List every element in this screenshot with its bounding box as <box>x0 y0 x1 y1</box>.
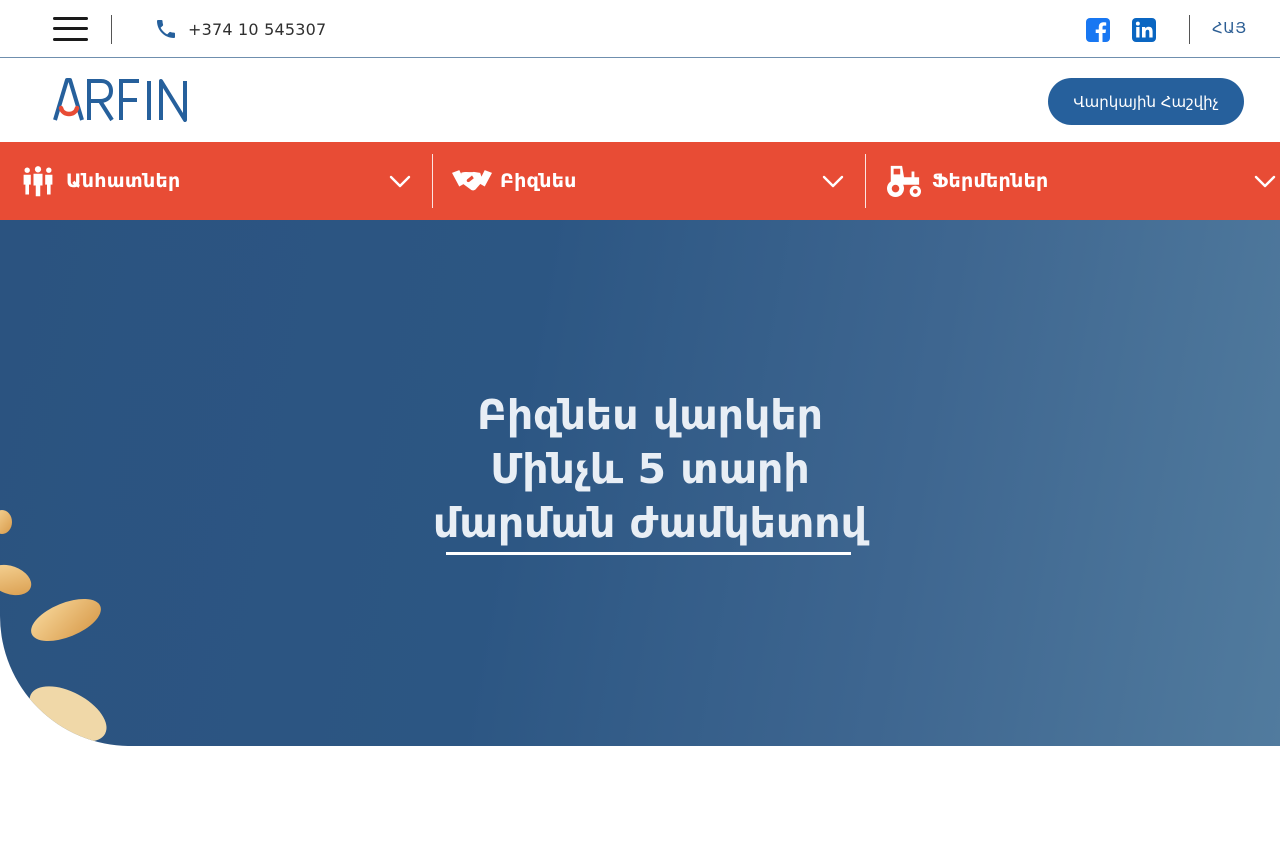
nav-divider <box>432 154 433 208</box>
arfin-logo[interactable] <box>53 78 218 122</box>
chevron-down-icon <box>389 175 411 188</box>
people-icon <box>18 161 58 201</box>
loan-calculator-button[interactable]: Վարկային Հաշվիչ <box>1048 78 1244 125</box>
nav-item-business[interactable]: Բիզնես <box>452 142 866 220</box>
divider <box>1189 15 1190 44</box>
nav-label: Բիզնես <box>500 170 577 192</box>
hero-banner: Բիզնես վարկեր Մինչև 5 տարի մարման ժամկետ… <box>0 220 1280 746</box>
tractor-icon <box>884 161 924 201</box>
phone-link[interactable]: +374 10 545307 <box>154 17 326 41</box>
nav-divider <box>865 154 866 208</box>
main-nav: Անհատներ Բիզնես Ֆերմերներ <box>0 142 1280 220</box>
hero-heading: Բիզնես վարկեր Մինչև 5 տարի մարման ժամկետ… <box>340 388 960 550</box>
top-bar: +374 10 545307 ՀԱՅ <box>0 0 1280 58</box>
language-switch[interactable]: ՀԱՅ <box>1212 19 1247 37</box>
nav-label: Անհատներ <box>66 170 181 192</box>
hero-line-1: Բիզնես վարկեր <box>476 391 824 439</box>
hero-underline <box>446 552 851 555</box>
coins-image <box>0 510 107 742</box>
hero-line-3: մարման ժամկետով <box>433 499 867 547</box>
menu-icon[interactable] <box>53 15 88 43</box>
nav-label: Ֆերմերներ <box>932 170 1049 192</box>
nav-item-individuals[interactable]: Անհատներ <box>18 142 432 220</box>
hero-line-2: Մինչև 5 տարի <box>490 445 810 493</box>
chevron-down-icon <box>822 175 844 188</box>
facebook-icon[interactable] <box>1086 18 1110 42</box>
divider <box>111 15 112 44</box>
chevron-down-icon <box>1254 175 1276 188</box>
phone-icon <box>157 20 175 38</box>
linkedin-icon[interactable] <box>1132 18 1156 42</box>
nav-item-farmers[interactable]: Ֆերմերներ <box>884 142 1280 220</box>
handshake-icon <box>452 161 492 201</box>
phone-number: +374 10 545307 <box>188 19 327 39</box>
